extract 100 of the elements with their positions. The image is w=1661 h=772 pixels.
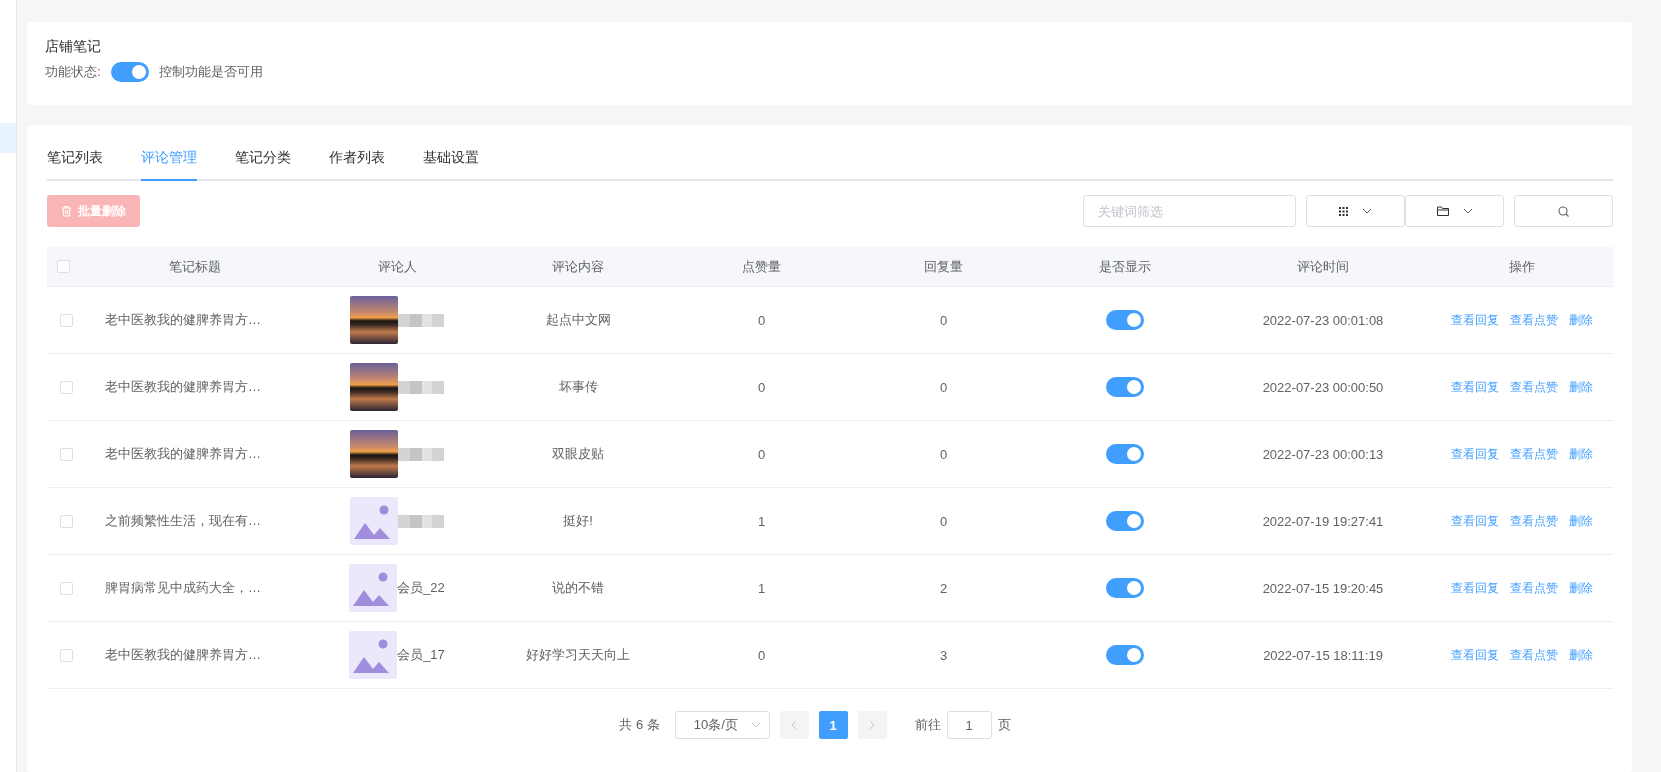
comment-text: 挺好!: [563, 512, 593, 530]
comment-time: 2022-07-23 00:00:13: [1262, 446, 1384, 462]
reply-count: 2: [939, 580, 948, 596]
folder-dropdown[interactable]: [1405, 195, 1504, 227]
search-icon: [1558, 205, 1569, 217]
image-placeholder-icon: [349, 564, 398, 612]
action-link[interactable]: 查看回复: [1450, 646, 1499, 664]
action-link[interactable]: 查看回复: [1450, 378, 1499, 396]
action-link[interactable]: 查看点赞: [1509, 512, 1558, 530]
column-header: 评论时间: [1297, 257, 1349, 276]
visibility-switch[interactable]: [1105, 310, 1144, 330]
avatar-photo: [350, 296, 398, 344]
status-label: 功能状态:: [45, 63, 101, 81]
chevron-down-icon: [1362, 208, 1372, 214]
action-link[interactable]: 删除: [1568, 512, 1593, 530]
checkbox[interactable]: [60, 648, 73, 662]
goto-label: 前往: [914, 716, 941, 734]
visibility-switch[interactable]: [1105, 444, 1144, 464]
action-link[interactable]: 删除: [1568, 646, 1593, 664]
action-link[interactable]: 删除: [1568, 579, 1593, 597]
commenter-name: 会员_17: [397, 646, 445, 664]
comment-time: 2022-07-15 18:11:19: [1263, 647, 1383, 663]
tab[interactable]: 评论管理: [141, 145, 197, 181]
action-link[interactable]: 删除: [1568, 311, 1593, 329]
feature-switch[interactable]: [110, 62, 149, 82]
action-link[interactable]: 查看点赞: [1509, 646, 1558, 664]
tab[interactable]: 笔记分类: [235, 145, 291, 179]
image-placeholder-icon: [350, 497, 398, 545]
visibility-switch[interactable]: [1105, 578, 1144, 598]
column-header: 笔记标题: [169, 257, 221, 276]
comment-text: 好好学习天天向上: [526, 646, 630, 664]
section-title: 店铺笔记: [45, 38, 102, 56]
next-page-button[interactable]: [857, 711, 887, 739]
tab[interactable]: 基础设置: [423, 145, 479, 179]
commenter-name: 会员_22: [397, 579, 445, 597]
status-hint: 控制功能是否可用: [158, 63, 263, 81]
sidebar-item-highlight[interactable]: [0, 123, 16, 153]
note-title: 老中医教我的健脾养胃方…: [105, 378, 261, 396]
note-title: 老中医教我的健脾养胃方…: [105, 311, 261, 329]
page-unit: 页: [997, 716, 1011, 734]
comment-text: 双眼皮贴: [552, 445, 604, 463]
page-number-button[interactable]: 1: [818, 711, 848, 739]
checkbox[interactable]: [60, 313, 73, 327]
search-button[interactable]: [1514, 195, 1613, 227]
image-placeholder-icon: [349, 631, 398, 679]
action-link[interactable]: 查看回复: [1450, 311, 1499, 329]
note-title: 老中医教我的健脾养胃方…: [105, 445, 261, 463]
comment-time: 2022-07-19 19:27:41: [1262, 513, 1384, 529]
column-header: 操作: [1508, 257, 1535, 276]
previous-page-button[interactable]: [779, 711, 809, 739]
trash-icon: [61, 205, 72, 217]
chevron-left-icon: [791, 720, 798, 730]
visibility-switch[interactable]: [1105, 511, 1144, 531]
note-title: 老中医教我的健脾养胃方…: [105, 646, 261, 664]
checkbox[interactable]: [57, 260, 70, 273]
action-link[interactable]: 查看点赞: [1509, 579, 1558, 597]
action-link[interactable]: 查看回复: [1450, 445, 1499, 463]
visibility-switch[interactable]: [1105, 645, 1144, 665]
tab[interactable]: 笔记列表: [47, 145, 103, 179]
total-count: 共 6 条: [619, 716, 660, 734]
comment-time: 2022-07-15 19:20:45: [1262, 580, 1384, 596]
reply-count: 0: [939, 379, 948, 395]
column-header: 是否显示: [1098, 257, 1151, 276]
comment-text: 说的不错: [552, 579, 604, 597]
reply-count: 0: [939, 513, 948, 529]
avatar-photo: [350, 430, 398, 478]
page-size-select[interactable]: 10条/页: [674, 711, 770, 739]
checkbox[interactable]: [60, 581, 73, 595]
checkbox[interactable]: [60, 447, 73, 461]
comment-time: 2022-07-23 00:00:50: [1262, 379, 1384, 395]
reply-count: 0: [939, 446, 948, 462]
tab[interactable]: 作者列表: [329, 145, 385, 179]
comment-time: 2022-07-23 00:01:08: [1262, 312, 1384, 328]
action-link[interactable]: 查看点赞: [1509, 378, 1558, 396]
goto-page-field[interactable]: 1: [946, 711, 992, 739]
reply-count: 3: [939, 647, 948, 663]
action-link[interactable]: 查看点赞: [1509, 311, 1558, 329]
chevron-down-icon: [750, 722, 761, 728]
like-count: 0: [757, 647, 766, 663]
like-count: 0: [757, 312, 766, 328]
action-link[interactable]: 查看回复: [1450, 579, 1499, 597]
like-count: 0: [757, 446, 766, 462]
grid-dropdown[interactable]: [1306, 195, 1405, 227]
like-count: 1: [757, 580, 766, 596]
checkbox[interactable]: [60, 514, 73, 528]
folder-icon: [1436, 206, 1449, 216]
action-link[interactable]: 查看回复: [1450, 512, 1499, 530]
keyword-field[interactable]: 关键词筛选: [1083, 195, 1296, 227]
action-link[interactable]: 删除: [1568, 378, 1593, 396]
action-link[interactable]: 删除: [1568, 445, 1593, 463]
grid-icon: [1339, 206, 1348, 216]
column-header: 回复量: [924, 257, 963, 276]
column-header: 评论人: [377, 257, 417, 276]
comment-text: 起点中文网: [545, 311, 611, 329]
visibility-switch[interactable]: [1105, 377, 1144, 397]
checkbox[interactable]: [60, 380, 73, 394]
reply-count: 0: [939, 312, 948, 328]
chevron-down-icon: [1462, 208, 1473, 214]
action-link[interactable]: 查看点赞: [1509, 445, 1558, 463]
avatar-photo: [350, 363, 398, 411]
